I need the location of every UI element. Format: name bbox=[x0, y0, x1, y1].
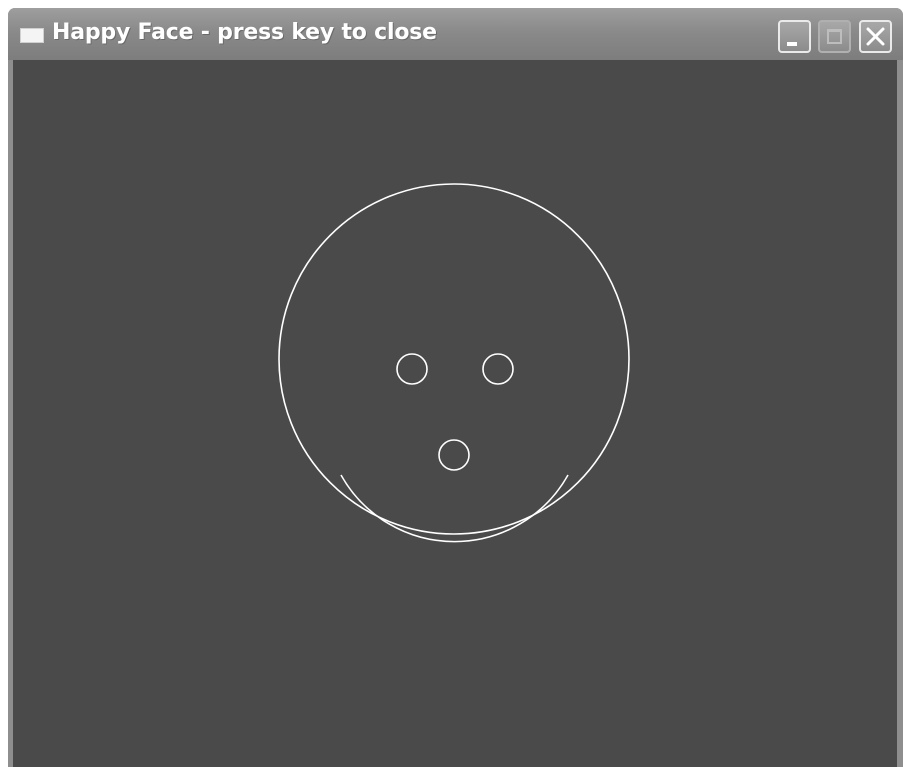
close-icon bbox=[866, 27, 885, 46]
maximize-icon bbox=[827, 29, 842, 44]
happy-face-drawing bbox=[278, 183, 630, 543]
nose bbox=[438, 439, 470, 471]
right-eye bbox=[482, 353, 514, 385]
face-outline bbox=[278, 183, 630, 535]
smile-arc bbox=[340, 474, 569, 543]
close-button[interactable] bbox=[859, 20, 892, 53]
maximize-button bbox=[818, 20, 851, 53]
drawing-canvas[interactable] bbox=[13, 60, 897, 767]
minimize-button[interactable] bbox=[778, 20, 811, 53]
left-eye bbox=[396, 353, 428, 385]
window-title: Happy Face - press key to close bbox=[52, 20, 437, 45]
minimize-icon bbox=[786, 41, 797, 46]
app-window: Happy Face - press key to close bbox=[8, 8, 903, 767]
app-window-icon[interactable] bbox=[20, 28, 44, 43]
title-bar[interactable]: Happy Face - press key to close bbox=[8, 8, 903, 60]
